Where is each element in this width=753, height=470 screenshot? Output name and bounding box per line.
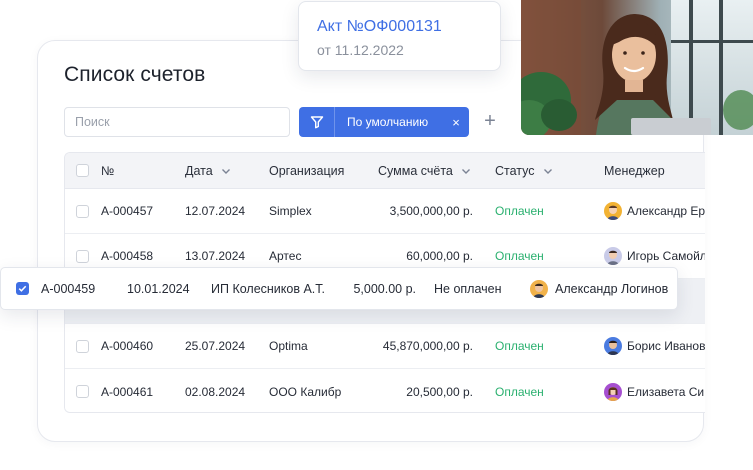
column-header-status[interactable]: Статус bbox=[495, 153, 554, 188]
manager-cell: Борис Иванов bbox=[604, 324, 705, 368]
manager-name: Александр Логинов bbox=[555, 281, 669, 296]
column-header-date[interactable]: Дата bbox=[185, 153, 232, 188]
manager-name: Борис Иванов bbox=[627, 339, 705, 353]
page-title: Список счетов bbox=[64, 63, 206, 86]
avatar bbox=[530, 279, 548, 298]
invoice-amount: 5,000.00 р. bbox=[353, 281, 416, 296]
invoice-date: 10.01.2024 bbox=[127, 281, 190, 296]
manager-cell: Елизавета Си bbox=[604, 369, 705, 412]
manager-name: Елизавета Си bbox=[627, 384, 705, 399]
invoice-amount: 45,870,000,00 р. bbox=[382, 339, 473, 353]
column-header-manager: Менеджер bbox=[604, 163, 665, 178]
row-checkbox[interactable] bbox=[76, 189, 89, 233]
add-filter-button[interactable]: + bbox=[481, 111, 499, 131]
invoice-amount: 3,500,000,00 р. bbox=[389, 204, 473, 218]
status-badge: Не оплачен bbox=[434, 281, 502, 296]
status-badge: Оплачен bbox=[495, 384, 544, 399]
manager-name: Игорь Самойл bbox=[627, 249, 705, 263]
invoice-organization: ИП Колесников А.Т. bbox=[211, 281, 325, 296]
chevron-down-icon bbox=[221, 168, 230, 174]
invoice-number: А-000460 bbox=[101, 339, 154, 353]
invoice-number: А-000457 bbox=[101, 204, 154, 218]
chevron-down-icon bbox=[543, 168, 552, 174]
invoice-organization: Simplex bbox=[269, 204, 312, 218]
manager-name: Александр Ер bbox=[627, 204, 705, 218]
act-title: Акт №ОФ000131 bbox=[317, 18, 442, 35]
avatar bbox=[604, 202, 622, 220]
status-badge: Оплачен bbox=[495, 339, 544, 353]
filter-clear-button[interactable]: × bbox=[443, 115, 469, 130]
column-header-number: № bbox=[101, 163, 115, 178]
manager-cell: Александр Ер bbox=[604, 189, 705, 233]
filter-chip[interactable]: По умолчанию × bbox=[299, 107, 469, 137]
invoice-amount: 20,500,00 р. bbox=[406, 384, 473, 399]
invoice-date: 02.08.2024 bbox=[185, 384, 246, 399]
status-badge: Оплачен bbox=[495, 204, 544, 218]
invoice-organization: ООО Калибр bbox=[269, 384, 342, 399]
row-checkbox-checked[interactable] bbox=[16, 268, 29, 309]
user-photo bbox=[521, 0, 753, 135]
avatar bbox=[604, 382, 622, 401]
invoice-organization: Optima bbox=[269, 339, 308, 353]
column-header-amount[interactable]: Сумма счёта bbox=[378, 153, 472, 188]
avatar bbox=[604, 247, 622, 265]
filter-icon[interactable] bbox=[299, 107, 335, 137]
chevron-down-icon bbox=[461, 168, 470, 174]
table-header: № Дата Организация Сумма счёта Статус Ме… bbox=[65, 153, 705, 189]
act-date: от 11.12.2022 bbox=[317, 42, 404, 58]
invoice-date: 25.07.2024 bbox=[185, 339, 246, 353]
row-checkbox[interactable] bbox=[76, 369, 89, 412]
filter-label: По умолчанию bbox=[347, 115, 429, 129]
avatar bbox=[604, 337, 622, 355]
invoice-date: 12.07.2024 bbox=[185, 204, 246, 218]
select-all-checkbox[interactable] bbox=[76, 153, 89, 188]
invoice-number: А-000459 bbox=[41, 281, 96, 296]
row-checkbox[interactable] bbox=[76, 324, 89, 368]
table-row[interactable]: А-000460 25.07.2024 Optima 45,870,000,00… bbox=[65, 324, 705, 369]
selected-table-row[interactable]: А-000459 10.01.2024 ИП Колесников А.Т. 5… bbox=[0, 267, 678, 310]
check-icon bbox=[18, 285, 27, 292]
invoice-number: А-000461 bbox=[101, 384, 154, 399]
manager-cell: Александр Логинов bbox=[530, 268, 668, 309]
search-input[interactable] bbox=[64, 107, 290, 137]
table-row[interactable]: А-000461 02.08.2024 ООО Калибр 20,500,00… bbox=[65, 369, 705, 412]
table-row[interactable]: А-000457 12.07.2024 Simplex 3,500,000,00… bbox=[65, 189, 705, 234]
column-header-organization: Организация bbox=[269, 163, 345, 178]
act-card[interactable]: Акт №ОФ000131 от 11.12.2022 bbox=[298, 1, 501, 71]
